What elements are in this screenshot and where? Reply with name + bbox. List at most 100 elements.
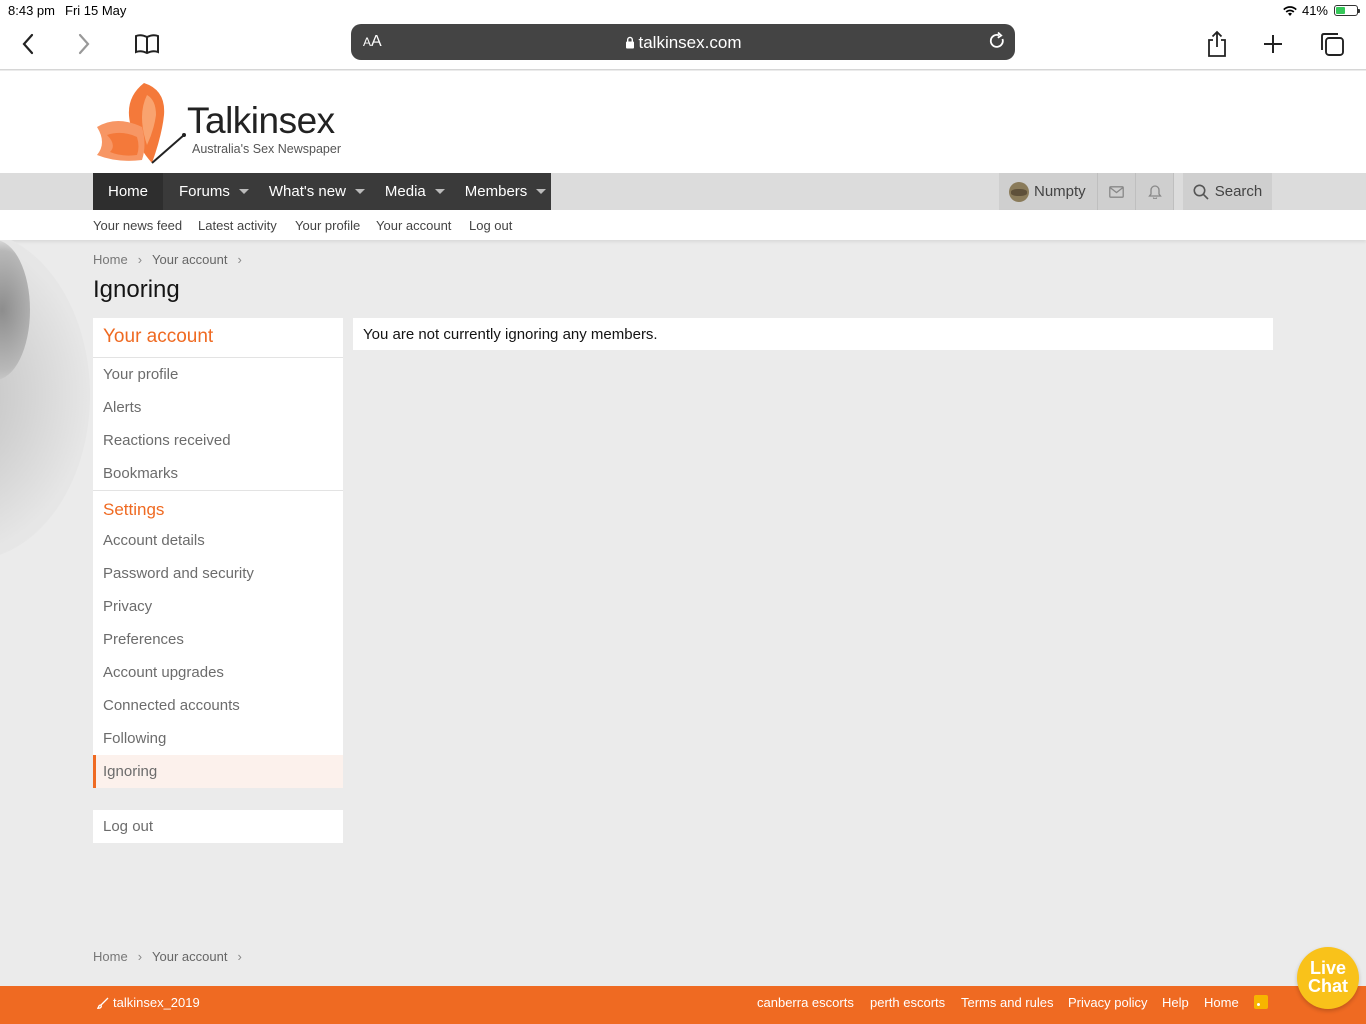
share-button[interactable] (1201, 28, 1233, 60)
battery-icon (1334, 5, 1360, 16)
breadcrumb-home[interactable]: Home (93, 949, 128, 964)
rss-icon[interactable] (1254, 995, 1268, 1009)
status-bar: 8:43 pm Fri 15 May 41% (0, 0, 1366, 22)
alerts-button[interactable] (1136, 173, 1174, 210)
main-nav: Home Forums What's new Media Members (93, 173, 551, 210)
battery-percent: 41% (1301, 3, 1328, 18)
sidebar-item-connected-accounts[interactable]: Connected accounts (93, 689, 343, 722)
url-text: talkinsex.com (638, 33, 742, 52)
status-date: Fri 15 May (65, 3, 127, 18)
chevron-left-icon (22, 33, 34, 55)
sidebar-item-privacy[interactable]: Privacy (93, 590, 343, 623)
subnav-your-account[interactable]: Your account (376, 218, 451, 233)
reload-icon (989, 31, 1004, 48)
ignoring-message: You are not currently ignoring any membe… (353, 318, 1273, 350)
breadcrumb-home[interactable]: Home (93, 252, 128, 267)
butterfly-logo-icon (97, 83, 186, 164)
style-chooser[interactable]: talkinsex_2019 (97, 995, 200, 1010)
sidebar-item-ignoring[interactable]: Ignoring (93, 755, 343, 788)
breadcrumb-your-account[interactable]: Your account (152, 252, 227, 267)
search-button[interactable]: Search (1183, 173, 1272, 210)
sidebar-logout[interactable]: Log out (93, 810, 343, 843)
sidebar-item-following[interactable]: Following (93, 722, 343, 755)
footer-link-help[interactable]: Help (1162, 995, 1189, 1010)
sidebar-item-account-upgrades[interactable]: Account upgrades (93, 656, 343, 689)
search-label: Search (1214, 183, 1263, 200)
nav-home[interactable]: Home (93, 173, 164, 210)
reload-button[interactable] (987, 31, 1007, 56)
breadcrumb-bottom: Home › Your account › (93, 949, 252, 964)
sidebar-item-password-security[interactable]: Password and security (93, 557, 343, 590)
live-chat-line1: Live (1309, 958, 1347, 978)
user-menu-button[interactable]: Numpty (999, 173, 1098, 210)
plus-icon (1264, 35, 1282, 53)
site-tagline: Australia's Sex Newspaper (192, 142, 341, 156)
user-area: Numpty (999, 173, 1174, 210)
chevron-right-icon: › (137, 252, 143, 267)
account-sidebar: Your account Your profile Alerts Reactio… (93, 318, 343, 788)
url-display[interactable]: talkinsex.com (351, 33, 1015, 53)
bookmarks-button[interactable] (131, 28, 163, 60)
subnav-latest-activity[interactable]: Latest activity (198, 218, 277, 233)
tabs-icon (1321, 33, 1344, 56)
nav-strip: Home Forums What's new Media Members Num… (0, 173, 1366, 210)
inbox-button[interactable] (1098, 173, 1136, 210)
sidebar-item-preferences[interactable]: Preferences (93, 623, 343, 656)
breadcrumb-your-account[interactable]: Your account (152, 949, 227, 964)
tabs-button[interactable] (1316, 28, 1348, 60)
chevron-right-icon: › (137, 949, 143, 964)
subnav-news-feed[interactable]: Your news feed (93, 218, 182, 233)
forward-button[interactable] (68, 28, 100, 60)
back-button[interactable] (12, 28, 44, 60)
nav-members[interactable]: Members (449, 173, 551, 210)
book-icon (135, 34, 159, 55)
style-name: talkinsex_2019 (113, 995, 200, 1010)
lock-icon (625, 36, 634, 49)
username: Numpty (1034, 183, 1086, 200)
sidebar-heading-settings: Settings (93, 490, 343, 524)
footer-link-home[interactable]: Home (1204, 995, 1239, 1010)
nav-whats-new[interactable]: What's new (253, 173, 369, 210)
sidebar-item-bookmarks[interactable]: Bookmarks (93, 457, 343, 490)
share-icon (1208, 30, 1226, 57)
caret-down-icon[interactable] (354, 189, 365, 194)
status-right: 41% (1282, 3, 1360, 18)
footer-link-canberra-escorts[interactable]: canberra escorts (757, 995, 854, 1010)
sidebar-item-reactions-received[interactable]: Reactions received (93, 424, 343, 457)
status-time: 8:43 pm (8, 3, 55, 18)
site-header: Talkinsex Australia's Sex Newspaper (0, 71, 1366, 173)
chevron-right-icon (78, 33, 90, 55)
wifi-icon (1283, 5, 1297, 16)
browser-toolbar: AA talkinsex.com (0, 22, 1366, 70)
sidebar-heading-your-account[interactable]: Your account (93, 318, 343, 358)
sidebar-item-account-details[interactable]: Account details (93, 524, 343, 557)
footer-link-perth-escorts[interactable]: perth escorts (870, 995, 945, 1010)
sub-nav: Your news feed Latest activity Your prof… (0, 210, 1366, 240)
site-logo[interactable]: Talkinsex Australia's Sex Newspaper (92, 75, 342, 170)
paintbrush-icon (97, 997, 109, 1009)
footer-link-terms[interactable]: Terms and rules (961, 995, 1053, 1010)
live-chat-line2: Chat (1308, 976, 1348, 996)
nav-forums[interactable]: Forums (163, 173, 253, 210)
address-bar[interactable]: AA talkinsex.com (351, 24, 1015, 60)
site-brand-name: Talkinsex (187, 100, 335, 141)
footer-link-privacy[interactable]: Privacy policy (1068, 995, 1147, 1010)
live-chat-button[interactable]: Live Chat (1297, 947, 1359, 1009)
nav-media[interactable]: Media (369, 173, 449, 210)
subnav-log-out[interactable]: Log out (469, 218, 512, 233)
new-tab-button[interactable] (1257, 28, 1289, 60)
breadcrumb: Home › Your account › (93, 252, 252, 267)
caret-down-icon[interactable] (536, 189, 547, 194)
sidebar-item-your-profile[interactable]: Your profile (93, 358, 343, 391)
subnav-your-profile[interactable]: Your profile (295, 218, 360, 233)
site-footer: talkinsex_2019 canberra escorts perth es… (0, 986, 1366, 1024)
caret-down-icon[interactable] (238, 189, 249, 194)
chevron-right-icon: › (237, 252, 242, 267)
envelope-icon (1109, 185, 1124, 198)
avatar (1009, 181, 1029, 202)
search-icon (1193, 184, 1209, 200)
bell-icon (1147, 185, 1162, 199)
page-title: Ignoring (93, 276, 180, 303)
sidebar-item-alerts[interactable]: Alerts (93, 391, 343, 424)
caret-down-icon[interactable] (434, 189, 445, 194)
